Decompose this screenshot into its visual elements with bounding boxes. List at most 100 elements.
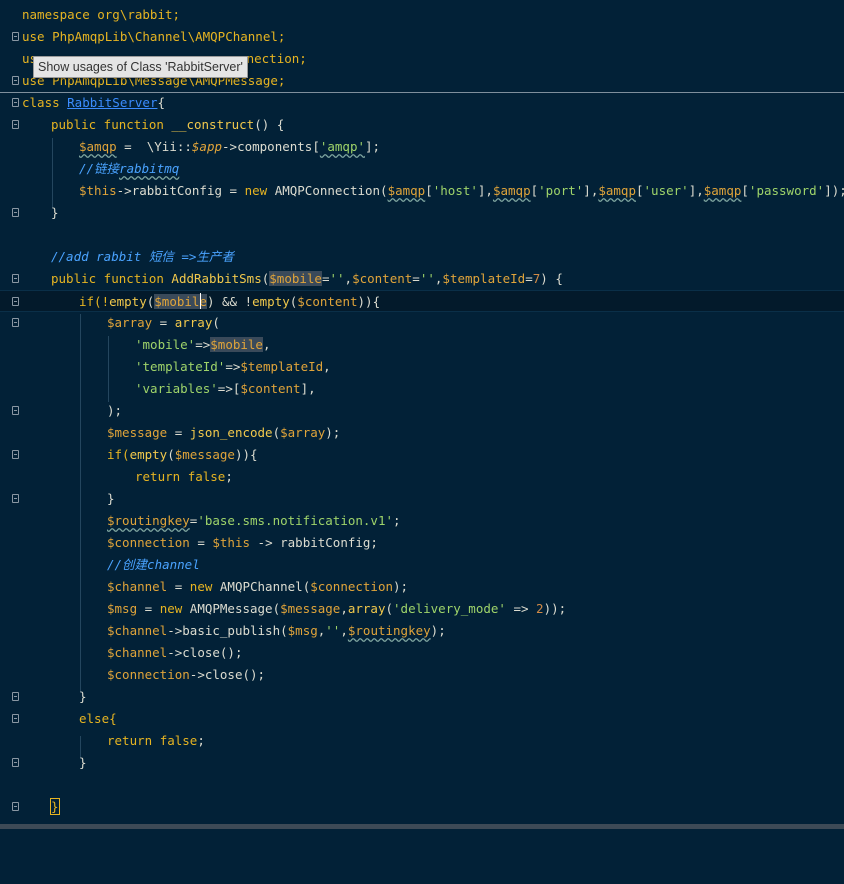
token: $amqp (598, 183, 636, 198)
horizontal-scrollbar[interactable] (0, 824, 844, 829)
fold-marker-icon[interactable] (12, 802, 19, 811)
fold-marker-icon[interactable] (12, 692, 19, 701)
token: ; (225, 469, 233, 484)
token: else{ (79, 711, 117, 726)
code-line-17: 'variables'=>[$content], (0, 378, 844, 400)
token: ]; (365, 139, 381, 154)
token: [ (530, 183, 539, 198)
token: 'delivery_mode' (393, 601, 506, 616)
token: $connection (107, 667, 190, 682)
token: , (340, 601, 348, 616)
fold-marker-icon[interactable] (12, 297, 19, 306)
token: $content (352, 271, 413, 286)
fold-marker-icon[interactable] (12, 32, 19, 41)
token: $message (107, 425, 168, 440)
fold-marker-icon[interactable] (12, 406, 19, 415)
token: = (167, 579, 190, 594)
token: 'mobile' (135, 337, 196, 352)
token: [ (636, 183, 644, 198)
token: ]); (824, 183, 844, 198)
token: => (225, 359, 241, 374)
token: class (22, 95, 68, 110)
token: 'templateId' (135, 359, 226, 374)
code-line-33: return false; (0, 730, 844, 752)
token: = (525, 271, 533, 286)
token: ) { (540, 271, 563, 286)
token: false (187, 469, 226, 484)
token: '' (325, 623, 341, 638)
fold-marker-icon[interactable] (12, 98, 19, 107)
token: { (157, 95, 165, 110)
fold-marker-icon[interactable] (12, 714, 19, 723)
code-line-20: if(empty($message)){ (0, 444, 844, 466)
token: $mobile (269, 271, 322, 286)
code-editor[interactable]: namespace org\rabbit; use PhpAmqpLib\Cha… (0, 0, 844, 829)
token: ], (688, 183, 704, 198)
token: $connection (107, 535, 190, 550)
token: ); (430, 623, 446, 638)
token: =>[ (217, 381, 241, 396)
code-line-22: } (0, 488, 844, 510)
token: if(! (79, 294, 110, 309)
code-line-10: } (0, 202, 844, 224)
token: return (107, 733, 160, 748)
token: 'port' (538, 183, 584, 198)
token: array (347, 601, 386, 616)
token: ->close(); (189, 667, 266, 682)
matched-brace: } (50, 798, 60, 815)
token: = (167, 425, 190, 440)
code-line-21: return false; (0, 466, 844, 488)
code-line-23: $routingkey='base.sms.notification.v1'; (0, 510, 844, 532)
token: 'host' (432, 183, 478, 198)
fold-marker-icon[interactable] (12, 494, 19, 503)
token: empty (109, 294, 147, 309)
fold-marker-icon[interactable] (12, 758, 19, 767)
token: )){ (357, 294, 381, 309)
token: $content (297, 294, 358, 309)
code-line-5: class RabbitServer{ (0, 92, 844, 114)
code-line-14: $array = array( (0, 312, 844, 334)
code-line-13: if(!empty($mobile) && !empty($content)){ (0, 290, 844, 312)
token: new (189, 579, 220, 594)
token: = \Yii:: (116, 139, 192, 154)
token: () { (254, 117, 285, 132)
code-line-25: //创建channel (0, 554, 844, 576)
comment: //创建channel (107, 557, 200, 572)
fold-marker-icon[interactable] (12, 318, 19, 327)
token: return (135, 469, 188, 484)
token: 'amqp' (319, 139, 366, 154)
token: ; (197, 733, 205, 748)
token: nnection; (239, 51, 307, 66)
fold-marker-icon[interactable] (12, 208, 19, 217)
token: $channel (107, 579, 168, 594)
token: , (344, 271, 353, 286)
code-line-1: namespace org\rabbit; (0, 4, 844, 26)
fold-marker-icon[interactable] (12, 76, 19, 85)
token: __construct (171, 117, 255, 132)
code-line-30: $connection->close(); (0, 664, 844, 686)
token: '' (329, 271, 345, 286)
token: $mobile (210, 337, 263, 352)
token: public function (51, 117, 172, 132)
token: ], (477, 183, 493, 198)
token: => (505, 601, 537, 616)
token: ->rabbitConfig = (116, 183, 245, 198)
fold-marker-icon[interactable] (12, 120, 19, 129)
class-name-link[interactable]: RabbitServer (67, 95, 157, 110)
token: $amqp (79, 139, 117, 154)
code-line-2: use PhpAmqpLib\Channel\AMQPChannel; (0, 26, 844, 48)
fold-marker-icon[interactable] (12, 274, 19, 283)
token: 'password' (748, 183, 825, 198)
token: $amqp (703, 183, 742, 198)
token: $message (280, 601, 341, 616)
token: } (79, 689, 87, 704)
token: ( (272, 425, 281, 440)
token: , (323, 359, 331, 374)
fold-marker-icon[interactable] (12, 450, 19, 459)
token: json_encode (189, 425, 273, 440)
token: $channel (107, 623, 168, 638)
code-line-28: $channel->basic_publish($msg,'',$routing… (0, 620, 844, 642)
token: '' (419, 271, 435, 286)
token: $routingkey (347, 623, 431, 638)
token: ) && ! (206, 294, 253, 309)
